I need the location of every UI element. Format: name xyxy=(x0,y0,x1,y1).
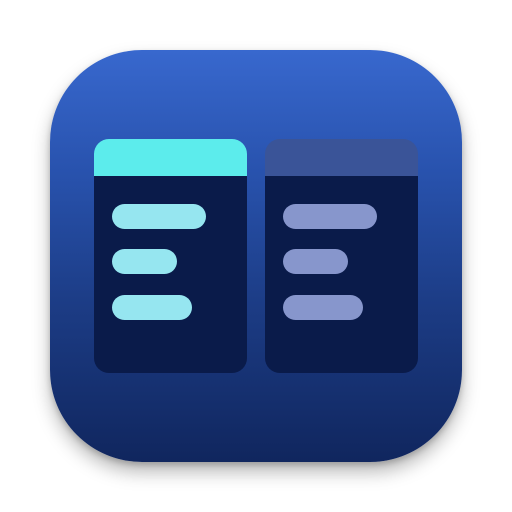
card-line-right-3 xyxy=(283,295,363,320)
card-line-left-2 xyxy=(112,249,177,274)
icon-canvas xyxy=(0,0,512,512)
card-line-left-3 xyxy=(112,295,192,320)
column-header-right xyxy=(265,139,418,176)
column-header-left xyxy=(94,139,247,176)
card-line-right-2 xyxy=(283,249,348,274)
card-line-right-1 xyxy=(283,204,377,229)
kanban-app-icon[interactable] xyxy=(50,50,462,462)
card-line-left-1 xyxy=(112,204,206,229)
